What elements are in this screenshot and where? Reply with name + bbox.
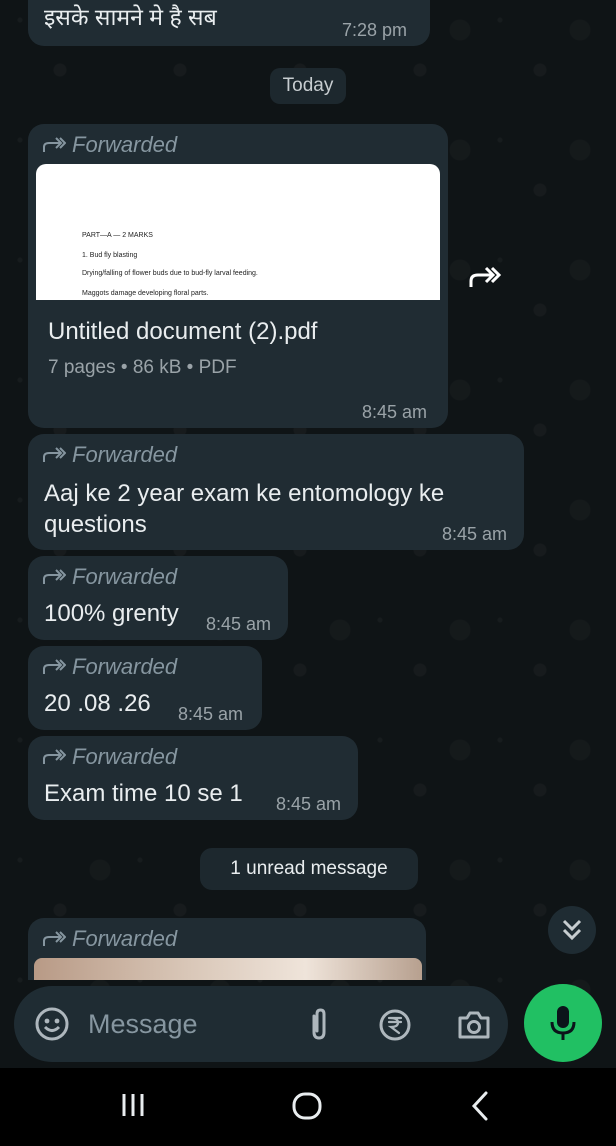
- scroll-to-bottom-button[interactable]: [548, 906, 596, 954]
- message-bubble[interactable]: Forwarded 20 .08 .26 8:45 am: [28, 646, 262, 730]
- share-forward-icon: [469, 266, 502, 287]
- message-text: Aaj ke 2 year exam ke entomology ke ques…: [44, 480, 445, 538]
- pdf-preview-line: Drying/falling of flower buds due to bud…: [82, 270, 258, 277]
- message-text: इसके सामने मे है सब: [44, 4, 217, 30]
- message-bubble[interactable]: Forwarded 100% grenty 8:45 am: [28, 556, 288, 640]
- emoji-sticker-icon[interactable]: [34, 1006, 70, 1042]
- recents-icon[interactable]: [118, 1090, 148, 1120]
- home-icon[interactable]: [291, 1090, 323, 1122]
- message-bubble[interactable]: Forwarded Exam time 10 se 1 8:45 am: [28, 736, 358, 820]
- message-bubble-last[interactable]: Forwarded: [28, 918, 426, 980]
- message-text: Exam time 10 se 1: [44, 780, 243, 807]
- message-time: 7:28 pm: [342, 20, 408, 40]
- share-forward-button[interactable]: [462, 254, 508, 300]
- image-preview[interactable]: [34, 958, 422, 980]
- double-chevron-down-icon: [562, 919, 582, 941]
- message-text: 20 .08 .26: [44, 690, 151, 717]
- forwarded-indicator: Forwarded: [42, 744, 177, 770]
- forwarded-label: Forwarded: [72, 744, 178, 769]
- voice-message-button[interactable]: [524, 984, 602, 1062]
- message-composer: [14, 986, 508, 1062]
- forwarded-indicator: Forwarded: [42, 442, 177, 468]
- forwarded-indicator: Forwarded: [42, 132, 177, 158]
- pdf-preview[interactable]: PART—A — 2 MARKS 1. Bud fly blasting Dry…: [36, 164, 440, 300]
- forward-arrow-icon: [43, 137, 66, 152]
- forward-arrow-icon: [43, 931, 66, 946]
- message-text: 100% grenty: [44, 600, 179, 627]
- forwarded-label: Forwarded: [72, 442, 178, 467]
- pdf-preview-line: Maggots damage developing floral parts.: [82, 290, 209, 297]
- unread-messages-chip: 1 unread message: [200, 848, 418, 890]
- message-time: 8:45 am: [362, 402, 428, 422]
- forward-arrow-icon: [43, 447, 66, 462]
- date-chip: Today: [270, 68, 346, 104]
- message-time: 8:45 am: [276, 794, 342, 814]
- message-bubble[interactable]: Forwarded Aaj ke 2 year exam ke entomolo…: [28, 434, 524, 550]
- message-bubble-pdf[interactable]: Forwarded PART—A — 2 MARKS 1. Bud fly bl…: [28, 124, 448, 428]
- message-time: 8:45 am: [178, 704, 244, 724]
- forwarded-indicator: Forwarded: [42, 926, 177, 952]
- system-navigation-bar: [0, 1068, 616, 1146]
- pdf-preview-line: PART—A — 2 MARKS: [82, 232, 153, 239]
- back-icon[interactable]: [468, 1090, 492, 1122]
- forwarded-indicator: Forwarded: [42, 654, 177, 680]
- message-input[interactable]: [88, 1004, 278, 1044]
- camera-icon[interactable]: [456, 1008, 492, 1042]
- message-time: 8:45 am: [206, 614, 272, 634]
- forward-arrow-icon: [43, 659, 66, 674]
- pdf-preview-line: 1. Bud fly blasting: [82, 252, 138, 259]
- message-time: 8:45 am: [442, 524, 508, 544]
- forwarded-label: Forwarded: [72, 564, 178, 589]
- forward-arrow-icon: [43, 749, 66, 764]
- pdf-file-meta: 7 pages • 86 kB • PDF: [48, 357, 237, 378]
- chat-screen: इसके सामने मे है सब 7:28 pm Today Forwar…: [0, 0, 616, 1146]
- forwarded-label: Forwarded: [72, 132, 178, 157]
- forwarded-indicator: Forwarded: [42, 564, 177, 590]
- forward-arrow-icon: [43, 569, 66, 584]
- rupee-icon[interactable]: [378, 1008, 412, 1042]
- forwarded-label: Forwarded: [72, 654, 178, 679]
- forwarded-label: Forwarded: [72, 926, 178, 951]
- paperclip-icon[interactable]: [304, 1008, 334, 1042]
- pdf-file-name: Untitled document (2).pdf: [48, 318, 318, 345]
- message-bubble-top[interactable]: इसके सामने मे है सब 7:28 pm: [28, 0, 430, 46]
- microphone-icon: [550, 1006, 576, 1040]
